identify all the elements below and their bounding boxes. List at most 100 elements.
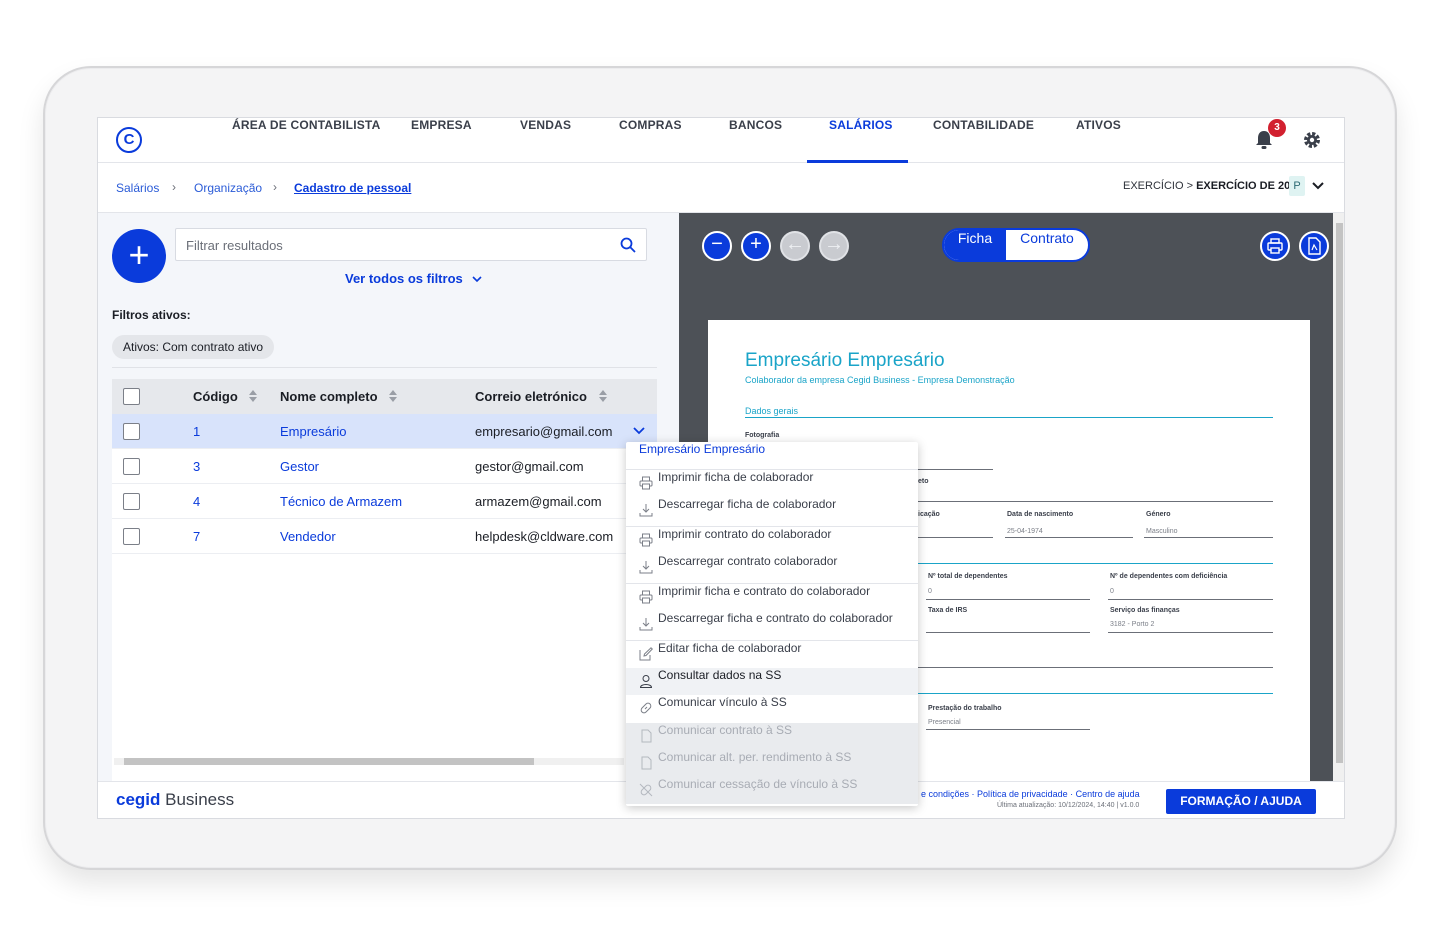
row-checkbox[interactable] — [123, 423, 140, 440]
horizontal-scrollbar[interactable] — [114, 758, 624, 765]
row-actions-chevron-icon[interactable] — [633, 427, 645, 435]
chevron-down-icon[interactable] — [1312, 182, 1324, 190]
last-update-text: Última atualização: 10/12/2024, 14:40 | … — [997, 802, 1140, 809]
menu-item-label: Imprimir ficha de colaborador — [658, 470, 814, 484]
print-button[interactable] — [1260, 231, 1290, 261]
field-line — [918, 501, 1273, 502]
nav-empresa[interactable]: EMPRESA — [411, 118, 472, 163]
search-field[interactable] — [175, 228, 647, 261]
ver-filtros-link[interactable]: Ver todos os filtros — [345, 271, 482, 286]
column-label: Nome completo — [280, 389, 378, 404]
select-all-checkbox[interactable] — [123, 388, 140, 405]
breadcrumb-organizacao[interactable]: Organização — [194, 181, 262, 195]
exercicio-badge: P — [1289, 176, 1305, 196]
data-nascimento-label: Data de nascimento — [1007, 511, 1074, 518]
search-icon[interactable] — [620, 237, 636, 253]
breadcrumb-salarios[interactable]: Salários — [116, 181, 159, 195]
row-codigo: 4 — [193, 494, 201, 509]
table-row[interactable]: 3 Gestor gestor@gmail.com — [112, 449, 657, 484]
filter-chip[interactable]: Ativos: Com contrato ativo — [112, 335, 275, 359]
doc-subtitle: Colaborador da empresa Cegid Business - … — [745, 375, 1015, 385]
footer-links[interactable]: e condições · Política de privacidade · … — [921, 789, 1140, 799]
row-email: gestor@gmail.com — [475, 459, 584, 474]
nav-salarios[interactable]: SALÁRIOS — [829, 118, 893, 163]
vertical-scrollbar[interactable] — [1333, 213, 1344, 781]
brand-name: cegid — [116, 790, 161, 809]
row-nome[interactable]: Técnico de Armazem — [280, 494, 402, 509]
previous-page-button[interactable]: ← — [780, 231, 810, 261]
menu-item-comunicar-contrato[interactable]: Comunicar contrato à SS — [626, 723, 918, 750]
menu-item-descarregar-ficha-contrato[interactable]: Descarregar ficha e contrato do colabora… — [626, 611, 918, 638]
printer-icon — [1267, 238, 1283, 254]
menu-item-comunicar-rendimento[interactable]: Comunicar alt. per. rendimento à SS — [626, 750, 918, 777]
menu-item-imprimir-contrato[interactable]: Imprimir contrato do colaborador — [626, 527, 918, 554]
menu-item-descarregar-ficha[interactable]: Descarregar ficha de colaborador — [626, 497, 918, 524]
cegid-logo-icon[interactable]: C — [116, 127, 142, 153]
field-line — [918, 667, 1273, 668]
menu-item-comunicar-cessacao[interactable]: Comunicar cessação de vínculo à SS — [626, 777, 918, 804]
formacao-ajuda-button[interactable]: FORMAÇÃO / AJUDA — [1166, 789, 1316, 814]
prestacao-label: Prestação do trabalho — [928, 705, 1002, 712]
nav-bancos[interactable]: BANCOS — [729, 118, 782, 163]
menu-item-label: Comunicar alt. per. rendimento à SS — [658, 750, 852, 764]
column-label: Código — [193, 389, 238, 404]
menu-item-imprimir-ficha-contrato[interactable]: Imprimir ficha e contrato do colaborador — [626, 584, 918, 611]
field-line — [918, 537, 993, 538]
column-email[interactable]: Correio eletrónico — [475, 389, 607, 404]
search-input[interactable] — [186, 236, 606, 254]
next-page-button[interactable]: → — [819, 231, 849, 261]
column-nome[interactable]: Nome completo — [280, 389, 398, 404]
scrollbar-thumb[interactable] — [1336, 223, 1343, 763]
row-nome[interactable]: Vendedor — [280, 529, 336, 544]
zoom-out-button[interactable]: − — [702, 231, 732, 261]
sort-icon — [389, 390, 398, 402]
section-line — [918, 563, 1273, 564]
add-employee-button[interactable]: + — [112, 229, 166, 283]
printer-icon — [639, 476, 653, 490]
table-row[interactable]: 1 Empresário empresario@gmail.com — [112, 414, 657, 449]
row-codigo: 1 — [193, 424, 201, 439]
exercicio-value: EXERCÍCIO DE 2024 — [1196, 180, 1303, 192]
scrollbar-thumb[interactable] — [124, 758, 534, 765]
brand-suffix: Business — [160, 790, 235, 809]
menu-item-imprimir-ficha[interactable]: Imprimir ficha de colaborador — [626, 470, 918, 497]
row-checkbox[interactable] — [123, 493, 140, 510]
table-row[interactable]: 7 Vendedor helpdesk@cldware.com — [112, 519, 657, 554]
tab-ficha[interactable]: Ficha — [944, 230, 1006, 260]
table-row[interactable]: 4 Técnico de Armazem armazem@gmail.com — [112, 484, 657, 519]
column-codigo[interactable]: Código — [193, 389, 258, 404]
filtros-ativos-label: Filtros ativos: — [112, 308, 191, 322]
row-checkbox[interactable] — [123, 528, 140, 545]
download-icon — [639, 504, 653, 517]
menu-header: Empresário Empresário — [626, 442, 918, 470]
printer-icon — [639, 590, 653, 604]
breadcrumb-cadastro[interactable]: Cadastro de pessoal — [294, 181, 411, 195]
menu-item-descarregar-contrato[interactable]: Descarregar contrato colaborador — [626, 554, 918, 581]
row-checkbox[interactable] — [123, 458, 140, 475]
menu-item-consultar-ss[interactable]: Consultar dados na SS — [626, 668, 918, 695]
gear-icon[interactable] — [1302, 130, 1322, 150]
menu-item-comunicar-vinculo[interactable]: Comunicar vínculo à SS — [626, 695, 918, 722]
prestacao-value: Presencial — [928, 719, 961, 726]
nav-compras[interactable]: COMPRAS — [619, 118, 682, 163]
genero-value: Masculino — [1146, 528, 1178, 535]
nav-ativos[interactable]: ATIVOS — [1076, 118, 1121, 163]
document-icon — [641, 729, 652, 743]
exercicio-label: EXERCÍCIO > EXERCÍCIO DE 2024 — [1123, 180, 1302, 192]
menu-item-editar-ficha[interactable]: Editar ficha de colaborador — [626, 641, 918, 668]
section-line — [918, 693, 1273, 694]
row-codigo: 3 — [193, 459, 201, 474]
menu-item-label: Descarregar ficha de colaborador — [658, 497, 837, 511]
row-nome[interactable]: Gestor — [280, 459, 319, 474]
fotografia-label: Fotografia — [745, 432, 780, 439]
row-nome[interactable]: Empresário — [280, 424, 346, 439]
field-line — [1005, 537, 1133, 538]
breadcrumb-separator-icon: › — [273, 180, 277, 194]
nav-area-contabilista[interactable]: ÁREA DE CONTABILISTA — [232, 118, 380, 163]
zoom-in-button[interactable]: + — [741, 231, 771, 261]
nav-vendas[interactable]: VENDAS — [520, 118, 571, 163]
download-pdf-button[interactable] — [1299, 231, 1329, 261]
nav-contabilidade[interactable]: CONTABILIDADE — [933, 118, 1034, 163]
tab-contrato[interactable]: Contrato — [1006, 230, 1088, 260]
menu-item-label: Comunicar vínculo à SS — [658, 695, 787, 709]
